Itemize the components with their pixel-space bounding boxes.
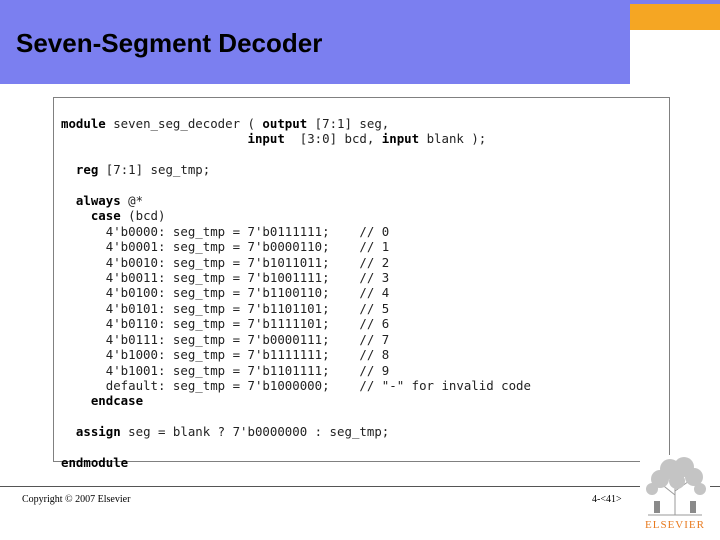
code-line: 4'b0101: seg_tmp = 7'b1101101; // 5 bbox=[61, 301, 389, 316]
code-line: 4'b0111: seg_tmp = 7'b0000111; // 7 bbox=[61, 332, 389, 347]
code-text: [7:1] seg_tmp; bbox=[98, 162, 211, 178]
code-text: 4'b0010: seg_tmp = 7'b1011011; // 2 bbox=[61, 254, 390, 270]
code-text: @* bbox=[120, 193, 144, 209]
footer-divider bbox=[0, 486, 720, 487]
code-text: default: seg_tmp = 7'b1000000; // "-" fo… bbox=[61, 377, 531, 393]
code-text: 4'b0100: seg_tmp = 7'b1100110; // 4 bbox=[61, 285, 390, 301]
code-line: 4'b0110: seg_tmp = 7'b1111101; // 6 bbox=[61, 316, 389, 331]
title-bar: Seven-Segment Decoder bbox=[0, 0, 630, 84]
code-line: endcase bbox=[61, 393, 143, 408]
code-keyword: module bbox=[61, 116, 106, 131]
page-number: 4-<41> bbox=[592, 494, 622, 505]
code-line: 4'b0011: seg_tmp = 7'b1001111; // 3 bbox=[61, 270, 389, 285]
code-line: 4'b1000: seg_tmp = 7'b1111111; // 8 bbox=[61, 347, 389, 362]
logo-text: ELSEVIER bbox=[645, 519, 705, 531]
code-text: [3:0] bcd, bbox=[284, 131, 382, 147]
code-line: 4'b0100: seg_tmp = 7'b1100110; // 4 bbox=[61, 285, 389, 300]
code-line: 4'b0000: seg_tmp = 7'b0111111; // 0 bbox=[61, 224, 389, 239]
code-text: seg = blank ? 7'b0000000 : seg_tmp; bbox=[120, 424, 390, 440]
copyright-text: Copyright © 2007 Elsevier bbox=[22, 494, 131, 505]
code-line: always @* bbox=[61, 193, 143, 208]
code-keyword: endcase bbox=[90, 393, 144, 409]
code-keyword: endmodule bbox=[61, 454, 129, 470]
code-box: module seven_seg_decoder ( output [7:1] … bbox=[53, 97, 670, 470]
code-text: 4'b0000: seg_tmp = 7'b0111111; // 0 bbox=[61, 223, 390, 239]
code-text: [7:1] seg, bbox=[307, 116, 390, 131]
code-keyword: assign bbox=[75, 424, 121, 440]
code-keyword: reg bbox=[75, 162, 99, 178]
code-line: case (bcd) bbox=[61, 208, 166, 224]
elsevier-logo: ELSEVIER bbox=[640, 455, 710, 535]
slide-title: Seven-Segment Decoder bbox=[16, 28, 323, 58]
code-line: default: seg_tmp = 7'b1000000; // "-" fo… bbox=[61, 378, 531, 393]
code-line: input [3:0] bcd, input blank ); bbox=[61, 131, 487, 147]
code-line: 4'b0010: seg_tmp = 7'b1011011; // 2 bbox=[61, 255, 389, 270]
code-text: 4'b1001: seg_tmp = 7'b1101111; // 9 bbox=[61, 362, 390, 378]
code-text: 4'b0001: seg_tmp = 7'b0000110; // 1 bbox=[61, 239, 390, 255]
code-keyword: input bbox=[381, 131, 420, 147]
code-text: (bcd) bbox=[120, 208, 166, 224]
verilog-code: module seven_seg_decoder ( output [7:1] … bbox=[61, 116, 531, 470]
code-text: 4'b0101: seg_tmp = 7'b1101101; // 5 bbox=[61, 300, 390, 316]
code-line: 4'b1001: seg_tmp = 7'b1101111; // 9 bbox=[61, 363, 389, 378]
code-keyword: case bbox=[90, 208, 121, 224]
tree-icon bbox=[640, 455, 710, 517]
code-text: 4'b1000: seg_tmp = 7'b1111111; // 8 bbox=[61, 347, 390, 363]
code-text: seven_seg_decoder ( bbox=[105, 116, 263, 131]
code-text: 4'b0111: seg_tmp = 7'b0000111; // 7 bbox=[61, 331, 390, 347]
code-line: assign seg = blank ? 7'b0000000 : seg_tm… bbox=[61, 424, 389, 439]
code-line: endmodule bbox=[61, 455, 128, 470]
code-text: blank ); bbox=[419, 131, 487, 147]
code-text: 4'b0011: seg_tmp = 7'b1001111; // 3 bbox=[61, 270, 390, 286]
code-line: module seven_seg_decoder ( output [7:1] … bbox=[61, 116, 389, 131]
accent-orange-block bbox=[630, 4, 720, 30]
code-text: 4'b0110: seg_tmp = 7'b1111101; // 6 bbox=[61, 316, 390, 332]
accent-light-block bbox=[630, 30, 720, 84]
code-line: reg [7:1] seg_tmp; bbox=[61, 162, 210, 177]
code-keyword: input bbox=[247, 131, 285, 147]
code-line: 4'b0001: seg_tmp = 7'b0000110; // 1 bbox=[61, 239, 389, 254]
code-keyword: output bbox=[262, 116, 308, 131]
code-keyword: always bbox=[75, 193, 121, 209]
